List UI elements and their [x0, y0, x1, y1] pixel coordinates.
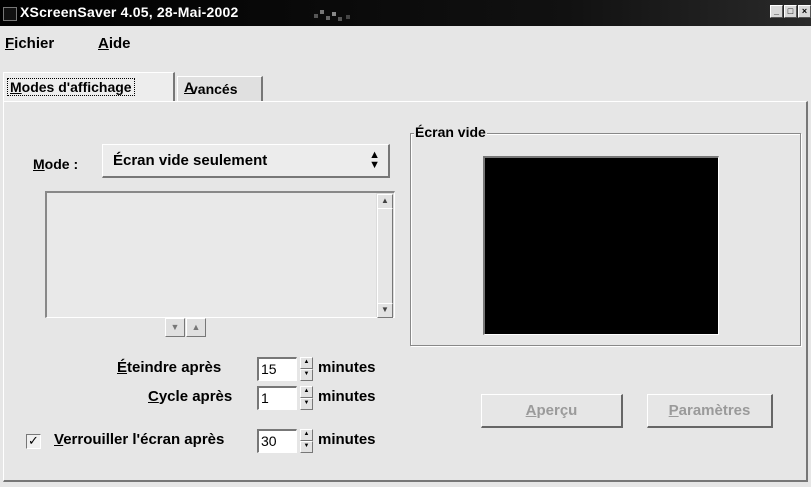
- preview-button[interactable]: Aperçu: [481, 394, 623, 428]
- blank-after-unit: minutes: [318, 359, 376, 376]
- mode-select[interactable]: Écran vide seulement ▲ ▼: [102, 144, 390, 178]
- blank-after-input[interactable]: 15: [257, 357, 297, 381]
- scroll-down-icon[interactable]: ▼: [377, 303, 393, 318]
- lock-after-input[interactable]: 30: [257, 429, 297, 453]
- next-mode-button[interactable]: ▼: [165, 318, 185, 337]
- mode-list[interactable]: ▲ ▼: [45, 191, 395, 318]
- tab-display-modes[interactable]: Modes d'affichage: [3, 72, 175, 101]
- spin-up-icon[interactable]: ▲: [300, 386, 313, 398]
- blank-after-label: Éteindre après: [117, 359, 222, 376]
- blank-after-spinner[interactable]: ▲ ▼: [300, 357, 313, 381]
- settings-button[interactable]: Paramètres: [647, 394, 773, 428]
- preview-screen: [483, 156, 719, 335]
- maximize-button[interactable]: □: [784, 5, 797, 18]
- lock-after-unit: minutes: [318, 431, 376, 448]
- close-button[interactable]: ×: [798, 5, 811, 18]
- cycle-after-input[interactable]: 1: [257, 386, 297, 410]
- menu-file[interactable]: Fichier: [5, 35, 54, 52]
- scroll-up-icon[interactable]: ▲: [377, 194, 393, 209]
- title-decoration-icon: [314, 10, 350, 21]
- menu-help[interactable]: Aide: [98, 35, 131, 52]
- menu-bar: Fichier Aide: [0, 26, 811, 62]
- window-title: XScreenSaver 4.05, 28-Mai-2002: [20, 4, 239, 20]
- lock-after-spinner[interactable]: ▲ ▼: [300, 429, 313, 453]
- scroll-thumb[interactable]: [377, 208, 393, 304]
- mode-label: Mode :: [33, 156, 79, 172]
- spin-down-icon[interactable]: ▼: [300, 369, 313, 381]
- mode-select-value: Écran vide seulement: [113, 152, 268, 169]
- spin-up-icon[interactable]: ▲: [300, 429, 313, 441]
- preview-title: Écran vide: [414, 124, 487, 140]
- window-menu-icon[interactable]: [3, 7, 17, 21]
- title-bar[interactable]: XScreenSaver 4.05, 28-Mai-2002 _ □ ×: [0, 0, 811, 26]
- tab-advanced[interactable]: Avancés: [177, 76, 263, 101]
- cycle-after-unit: minutes: [318, 388, 376, 405]
- cycle-after-spinner[interactable]: ▲ ▼: [300, 386, 313, 410]
- spin-up-icon[interactable]: ▲: [300, 357, 313, 369]
- list-scrollbar[interactable]: ▲ ▼: [376, 193, 394, 318]
- spin-down-icon[interactable]: ▼: [300, 398, 313, 410]
- minimize-button[interactable]: _: [770, 5, 783, 18]
- spin-down-icon[interactable]: ▼: [300, 441, 313, 453]
- previous-mode-button[interactable]: ▲: [186, 318, 206, 337]
- lock-after-label[interactable]: Verrouiller l'écran après: [54, 431, 224, 448]
- cycle-after-label: Cycle après: [148, 388, 233, 405]
- lock-checkbox[interactable]: ✓: [26, 434, 41, 449]
- updown-arrow-icon: ▲ ▼: [369, 149, 380, 171]
